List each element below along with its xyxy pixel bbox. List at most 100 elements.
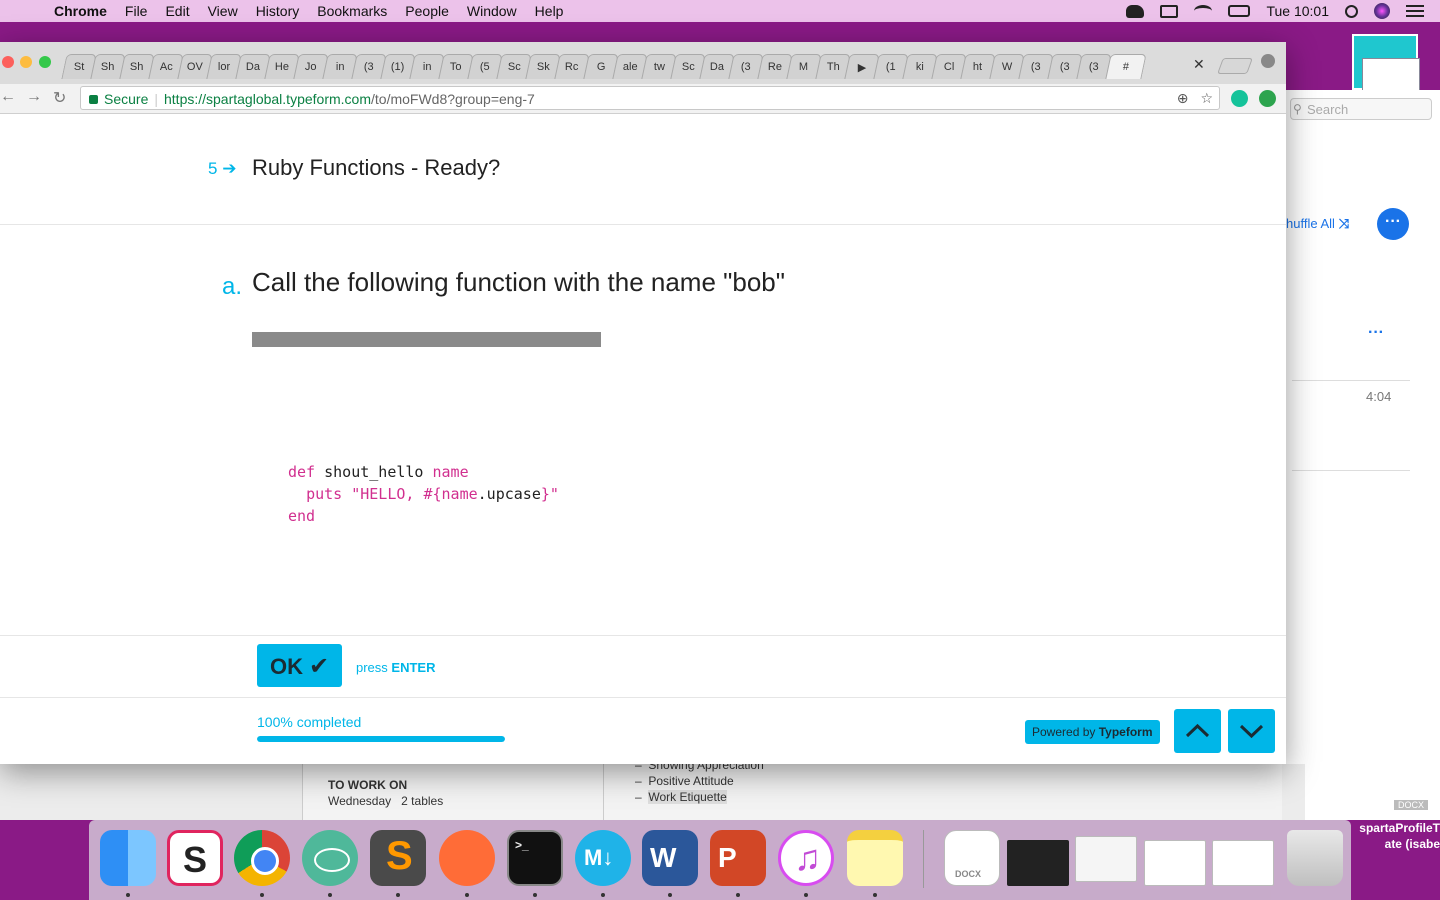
slack-icon[interactable]: S bbox=[167, 830, 223, 886]
powerpoint-icon[interactable]: P bbox=[710, 830, 766, 886]
secure-label: Secure bbox=[104, 91, 149, 107]
background-music-app bbox=[1286, 90, 1440, 820]
airplay-icon[interactable] bbox=[1160, 4, 1179, 18]
zoom-icon[interactable]: ⊕ bbox=[1177, 90, 1189, 106]
menu-bookmarks[interactable]: Bookmarks bbox=[317, 3, 387, 19]
browser-toolbar: ← → ↻ Secure | https://spartaglobal.typefo… bbox=[0, 84, 1286, 114]
window-maximize-button[interactable] bbox=[39, 56, 51, 68]
doc-bullet-text: Work Etiquette bbox=[648, 790, 727, 804]
running-indicator bbox=[668, 893, 672, 897]
forward-icon[interactable]: → bbox=[26, 88, 42, 106]
atom-icon[interactable] bbox=[302, 830, 358, 886]
notification-center-icon[interactable] bbox=[1406, 5, 1424, 17]
search-icon: ⚲ bbox=[1293, 102, 1302, 116]
background-search-input[interactable]: ⚲ Search bbox=[1290, 98, 1432, 120]
minimized-chrome-window[interactable] bbox=[1144, 840, 1206, 886]
dock: S S >_ M↓ W P ♫ DOCX bbox=[89, 820, 1351, 900]
notes-icon[interactable] bbox=[847, 830, 903, 886]
desktop-file-label[interactable]: spartaProfileT ate (isabe bbox=[1352, 820, 1440, 852]
shuffle-label: huffle All bbox=[1286, 216, 1335, 231]
powered-prefix: Powered by bbox=[1032, 725, 1096, 739]
battery-icon[interactable] bbox=[1228, 5, 1251, 17]
menu-history[interactable]: History bbox=[256, 3, 300, 19]
menu-help[interactable]: Help bbox=[535, 3, 564, 19]
press-prefix: press bbox=[356, 660, 388, 675]
document-page bbox=[302, 764, 1282, 820]
close-tab-icon[interactable]: ✕ bbox=[1193, 56, 1205, 73]
doc-day-text: Wednesday bbox=[328, 794, 392, 808]
menu-app-chrome[interactable]: Chrome bbox=[54, 3, 107, 19]
divider bbox=[1292, 470, 1410, 471]
menu-bar: Chrome File Edit View History Bookmarks … bbox=[0, 0, 1440, 22]
running-indicator bbox=[804, 893, 808, 897]
track-more-icon[interactable]: ··· bbox=[1368, 324, 1384, 342]
address-bar[interactable]: Secure | https://spartaglobal.typeform.com… bbox=[80, 86, 1220, 110]
trash-icon[interactable] bbox=[1287, 830, 1343, 886]
arrow-right-icon: ➔ bbox=[222, 159, 237, 178]
finder-icon[interactable] bbox=[100, 830, 156, 886]
browser-tab-label: lor bbox=[217, 61, 231, 73]
running-indicator bbox=[601, 893, 605, 897]
browser-tab-label: He bbox=[274, 61, 289, 73]
submit-bar: OK ✔ press ENTER bbox=[0, 635, 1286, 697]
menu-window[interactable]: Window bbox=[467, 3, 517, 19]
doc-bullet: – Positive Attitude bbox=[635, 774, 734, 788]
running-indicator bbox=[126, 893, 130, 897]
question-header: 5 ➔ Ruby Functions - Ready? bbox=[0, 115, 1286, 225]
upload-extension-icon[interactable] bbox=[1259, 90, 1276, 107]
browser-tab-label: ki bbox=[915, 61, 924, 73]
minimized-sublime-window[interactable] bbox=[1007, 840, 1069, 886]
column-divider bbox=[603, 764, 604, 820]
markdown-editor-icon[interactable]: M↓ bbox=[575, 830, 631, 886]
itunes-icon[interactable]: ♫ bbox=[778, 830, 834, 886]
minimized-word-window[interactable] bbox=[1075, 836, 1137, 882]
window-minimize-button[interactable] bbox=[20, 56, 32, 68]
powered-by-typeform-link[interactable]: Powered by Typeform bbox=[1025, 720, 1160, 744]
menu-people[interactable]: People bbox=[405, 3, 449, 19]
postman-icon[interactable] bbox=[439, 830, 495, 886]
dock-separator bbox=[923, 830, 924, 888]
shuffle-all-button[interactable]: huffle All ⤨ bbox=[1286, 216, 1349, 232]
menu-view[interactable]: View bbox=[208, 3, 238, 19]
spotlight-icon[interactable] bbox=[1345, 4, 1358, 18]
docx-file-icon[interactable]: DOCX bbox=[944, 830, 1000, 886]
typeform-footer: 100% completed Powered by Typeform bbox=[0, 697, 1286, 764]
desktop-window-thumbnail[interactable] bbox=[1352, 34, 1420, 94]
next-question-button[interactable] bbox=[1228, 709, 1275, 753]
browser-tab-label: G bbox=[596, 61, 606, 73]
siri-icon[interactable] bbox=[1374, 3, 1390, 19]
terminal-icon[interactable]: >_ bbox=[507, 830, 563, 886]
slack-glyph: S bbox=[183, 839, 208, 880]
profile-icon[interactable] bbox=[1261, 54, 1275, 68]
terminal-glyph: >_ bbox=[515, 838, 529, 852]
menu-edit[interactable]: Edit bbox=[165, 3, 189, 19]
previous-question-button[interactable] bbox=[1174, 709, 1221, 753]
code-method: .upcase bbox=[477, 485, 541, 503]
music-note-glyph: ♫ bbox=[794, 837, 821, 878]
minimized-powerpoint-window[interactable] bbox=[1212, 840, 1274, 886]
reload-icon[interactable]: ↻ bbox=[53, 88, 66, 108]
back-icon[interactable]: ← bbox=[0, 88, 16, 106]
chrome-icon[interactable] bbox=[234, 830, 290, 886]
browser-tab-label: # bbox=[1122, 61, 1129, 73]
running-indicator bbox=[873, 893, 877, 897]
wifi-icon[interactable] bbox=[1194, 5, 1213, 17]
ok-button[interactable]: OK ✔ bbox=[257, 644, 342, 687]
more-options-button[interactable]: ··· bbox=[1377, 208, 1409, 240]
grammarly-extension-icon[interactable] bbox=[1231, 90, 1248, 107]
new-tab-button[interactable] bbox=[1217, 58, 1253, 74]
checkmark-icon: ✔ bbox=[309, 653, 330, 680]
answer-input-redacted[interactable] bbox=[252, 332, 601, 347]
clock[interactable]: Tue 10:01 bbox=[1266, 3, 1329, 19]
menu-file[interactable]: File bbox=[125, 3, 148, 19]
window-close-button[interactable] bbox=[2, 56, 14, 68]
evernote-icon[interactable] bbox=[1126, 4, 1145, 18]
browser-tab-label: M bbox=[799, 61, 809, 73]
sublime-text-icon[interactable]: S bbox=[370, 830, 426, 886]
word-icon[interactable]: W bbox=[642, 830, 698, 886]
browser-tab[interactable]: # bbox=[1105, 54, 1147, 79]
bookmark-star-icon[interactable]: ☆ bbox=[1200, 90, 1213, 106]
browser-tab-label: (3 bbox=[1031, 61, 1041, 73]
code-string-end: }" bbox=[540, 485, 559, 503]
